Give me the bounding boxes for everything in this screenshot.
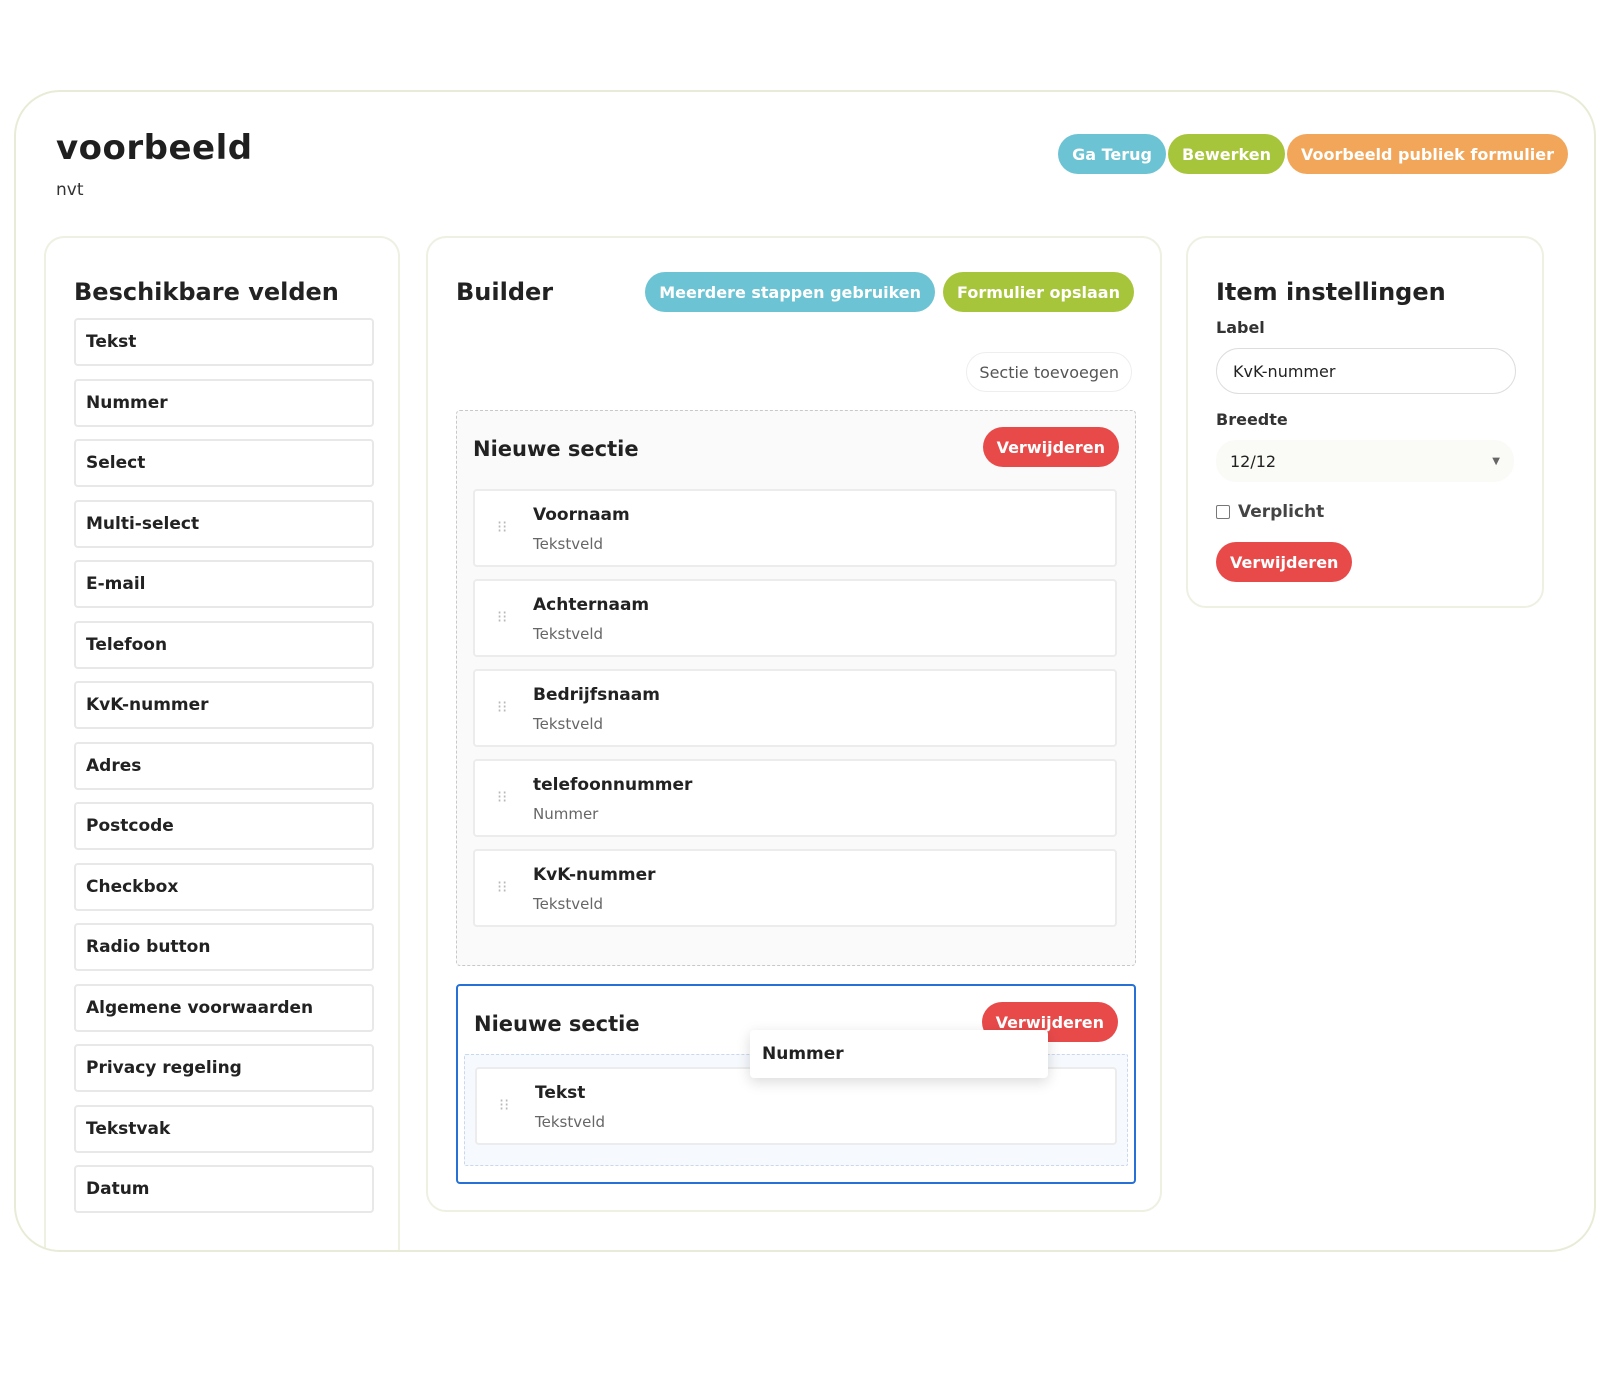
dragging-field-ghost[interactable]: Nummer [750, 1030, 1048, 1078]
section-title: Nieuwe sectie [473, 437, 639, 461]
label-input[interactable] [1216, 348, 1516, 394]
field-type-algemene-voorwaarden[interactable]: Algemene voorwaarden [74, 983, 374, 1032]
section-title: Nieuwe sectie [474, 1012, 640, 1036]
builder-actions: Meerdere stappen gebruiken Formulier ops… [645, 272, 1134, 312]
form-field-type: Nummer [533, 805, 599, 823]
page-title: voorbeeld [56, 128, 253, 168]
form-field-row[interactable]: ⁝⁝ Achternaam Tekstveld [473, 579, 1117, 657]
drag-handle-icon[interactable]: ⁝⁝ [497, 609, 507, 625]
app-card: voorbeeld nvt Ga Terug Bewerken Voorbeel… [14, 90, 1596, 1252]
width-select-value: 12/12 [1230, 451, 1277, 471]
drag-handle-icon[interactable]: ⁝⁝ [499, 1097, 509, 1113]
width-caption: Breedte [1216, 410, 1288, 429]
drag-handle-icon[interactable]: ⁝⁝ [497, 789, 507, 805]
required-checkbox-row[interactable]: Verplicht [1216, 502, 1324, 522]
form-field-type: Tekstveld [533, 715, 604, 733]
page-subtitle: nvt [56, 180, 84, 200]
header-actions: Ga Terug Bewerken Voorbeeld publiek form… [1058, 134, 1568, 174]
field-type-email[interactable]: E-mail [74, 560, 374, 608]
back-button[interactable]: Ga Terug [1058, 134, 1166, 174]
item-settings-title: Item instellingen [1216, 278, 1446, 306]
field-type-tekst[interactable]: Tekst [74, 318, 374, 366]
multi-step-button[interactable]: Meerdere stappen gebruiken [645, 272, 936, 312]
form-section: Nieuwe sectie Verwijderen ⁝⁝ Voornaam Te… [456, 410, 1136, 966]
form-field-label: telefoonnummer [533, 775, 693, 795]
form-field-label: Voornaam [533, 505, 630, 525]
form-field-row[interactable]: ⁝⁝ Tekst Tekstveld [475, 1067, 1117, 1145]
field-type-radio-button[interactable]: Radio button [74, 923, 374, 971]
label-caption: Label [1216, 318, 1265, 337]
form-field-type: Tekstveld [535, 1113, 606, 1131]
builder-title: Builder [456, 278, 554, 306]
form-field-label: Bedrijfsnaam [533, 685, 660, 705]
field-type-datum[interactable]: Datum [74, 1165, 374, 1213]
form-field-type: Tekstveld [533, 625, 604, 643]
field-type-multi-select[interactable]: Multi-select [74, 499, 374, 548]
save-form-button[interactable]: Formulier opslaan [943, 272, 1134, 312]
field-type-telefoon[interactable]: Telefoon [74, 620, 374, 669]
form-field-row[interactable]: ⁝⁝ telefoonnummer Nummer [473, 759, 1117, 837]
field-type-adres[interactable]: Adres [74, 741, 374, 790]
drag-handle-icon[interactable]: ⁝⁝ [497, 879, 507, 895]
form-field-type: Tekstveld [533, 535, 604, 553]
edit-button[interactable]: Bewerken [1167, 134, 1285, 174]
form-field-row[interactable]: ⁝⁝ Voornaam Tekstveld [473, 489, 1117, 567]
form-field-label: KvK-nummer [533, 865, 656, 885]
available-fields-list: Tekst Nummer Select Multi-select E-mail … [74, 318, 374, 1226]
preview-public-form-button[interactable]: Voorbeeld publiek formulier [1287, 134, 1568, 174]
form-section-active: Nieuwe sectie Verwijderen ⁝⁝ Tekst Tekst… [456, 984, 1136, 1184]
drag-handle-icon[interactable]: ⁝⁝ [497, 519, 507, 535]
chevron-down-icon: ▼ [1492, 455, 1500, 467]
item-settings-panel: Item instellingen Label Breedte 12/12 ▼ … [1186, 236, 1544, 608]
form-field-row[interactable]: ⁝⁝ KvK-nummer Tekstveld [473, 849, 1117, 927]
required-checkbox[interactable] [1216, 505, 1230, 519]
builder-panel: Builder Meerdere stappen gebruiken Formu… [426, 236, 1162, 1212]
width-select[interactable]: 12/12 ▼ [1216, 440, 1514, 482]
form-field-label: Achternaam [533, 595, 650, 615]
form-field-type: Tekstveld [533, 895, 604, 913]
drag-handle-icon[interactable]: ⁝⁝ [497, 699, 507, 715]
field-type-select[interactable]: Select [74, 439, 374, 487]
field-type-privacy-regeling[interactable]: Privacy regeling [74, 1044, 374, 1092]
available-fields-panel: Beschikbare velden Tekst Nummer Select M… [44, 236, 400, 1250]
section-field-list: ⁝⁝ Voornaam Tekstveld ⁝⁝ Achternaam Teks… [473, 489, 1117, 939]
delete-section-button[interactable]: Verwijderen [982, 427, 1119, 467]
field-type-tekstvak[interactable]: Tekstvak [74, 1104, 374, 1153]
field-type-postcode[interactable]: Postcode [74, 802, 374, 850]
field-type-checkbox[interactable]: Checkbox [74, 862, 374, 911]
required-label: Verplicht [1238, 502, 1325, 522]
available-fields-title: Beschikbare velden [74, 278, 339, 306]
delete-item-button[interactable]: Verwijderen [1216, 542, 1353, 582]
add-section-button[interactable]: Sectie toevoegen [966, 352, 1132, 392]
field-type-nummer[interactable]: Nummer [74, 378, 374, 427]
form-field-row[interactable]: ⁝⁝ Bedrijfsnaam Tekstveld [473, 669, 1117, 747]
field-type-kvk-nummer[interactable]: KvK-nummer [74, 681, 374, 729]
form-field-label: Tekst [535, 1083, 586, 1103]
